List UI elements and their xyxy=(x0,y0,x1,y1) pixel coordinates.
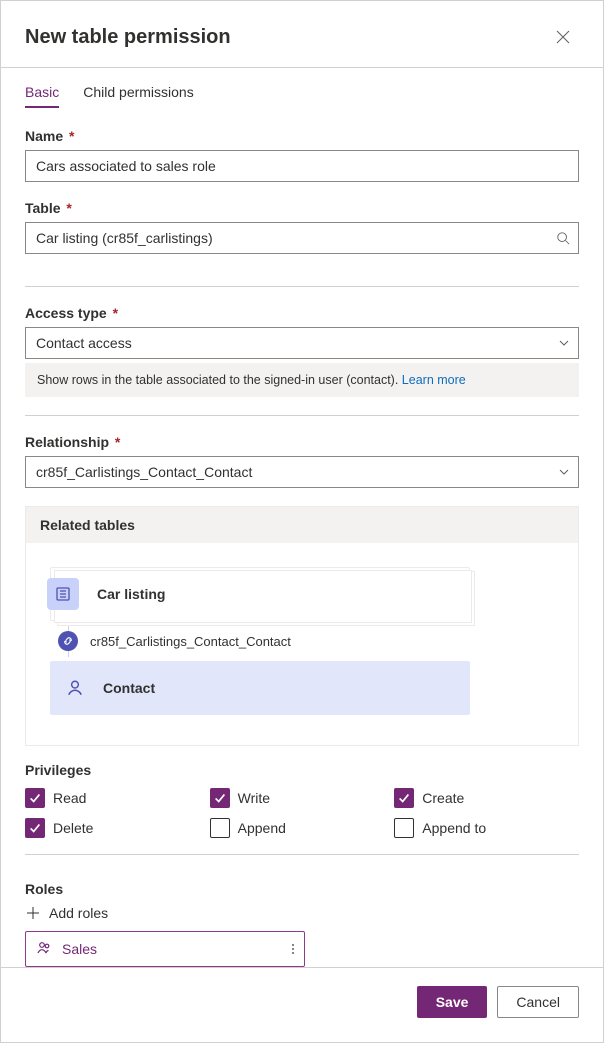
header-separator xyxy=(1,67,603,68)
related-tables-body: Car listing cr85f_Carlistings_Contact_Co… xyxy=(26,543,578,745)
table-label: Table * xyxy=(25,200,579,216)
related-tables-header: Related tables xyxy=(26,507,578,543)
privileges-section: Privileges Read Write Create Delete Append Ap… xyxy=(25,762,579,848)
close-icon xyxy=(555,29,571,45)
relationship-select[interactable]: cr85f_Carlistings_Contact_Contact xyxy=(25,456,579,488)
panel-title: New table permission xyxy=(25,26,231,49)
relationship-link-row: cr85f_Carlistings_Contact_Contact xyxy=(58,631,470,651)
relationship-label: Relationship * xyxy=(25,434,579,450)
privilege-checkbox-read[interactable]: Read xyxy=(25,788,210,808)
table-picker[interactable]: Car listing (cr85f_carlistings) xyxy=(25,222,579,254)
relationship-connector: cr85f_Carlistings_Contact_Contact xyxy=(50,631,470,651)
checkbox-icon xyxy=(210,818,230,838)
access-info-text: Show rows in the table associated to the… xyxy=(37,373,398,387)
privilege-checkbox-append[interactable]: Append xyxy=(210,818,395,838)
tab-basic[interactable]: Basic xyxy=(25,84,59,108)
privilege-label: Append to xyxy=(422,820,486,836)
related-card-label: Car listing xyxy=(97,586,165,602)
roles-header: Roles xyxy=(25,881,579,897)
access-value: Contact access xyxy=(36,335,132,351)
role-chip-sales[interactable]: Sales xyxy=(25,931,305,967)
checkbox-icon xyxy=(394,788,414,808)
privilege-checkbox-write[interactable]: Write xyxy=(210,788,395,808)
field-name: Name * xyxy=(25,128,579,182)
panel-header: New table permission xyxy=(25,21,579,53)
link-icon xyxy=(58,631,78,651)
access-label: Access type * xyxy=(25,305,579,321)
people-icon xyxy=(36,940,52,959)
privilege-label: Write xyxy=(238,790,270,806)
section-separator xyxy=(25,286,579,287)
access-type-select[interactable]: Contact access xyxy=(25,327,579,359)
tabs: Basic Child permissions xyxy=(25,84,579,108)
privilege-label: Read xyxy=(53,790,86,806)
learn-more-link[interactable]: Learn more xyxy=(402,373,466,387)
required-asterisk: * xyxy=(63,200,72,216)
privilege-checkbox-delete[interactable]: Delete xyxy=(25,818,210,838)
relationship-link-text: cr85f_Carlistings_Contact_Contact xyxy=(90,634,291,649)
privileges-header: Privileges xyxy=(25,762,579,778)
tab-child-permissions[interactable]: Child permissions xyxy=(83,84,193,108)
privileges-grid: Read Write Create Delete Append Append to xyxy=(25,788,579,848)
related-card-car-listing[interactable]: Car listing xyxy=(50,567,470,621)
checkbox-icon xyxy=(210,788,230,808)
name-label: Name * xyxy=(25,128,579,144)
related-card-contact[interactable]: Contact xyxy=(50,661,470,715)
chevron-down-icon xyxy=(558,337,570,349)
chevron-down-icon xyxy=(558,466,570,478)
privilege-label: Create xyxy=(422,790,464,806)
relationship-value: cr85f_Carlistings_Contact_Contact xyxy=(36,464,252,480)
privilege-label: Append xyxy=(238,820,286,836)
plus-icon xyxy=(25,905,41,921)
section-separator xyxy=(25,854,579,855)
field-table: Table * Car listing (cr85f_carlistings) xyxy=(25,200,579,254)
related-tables-box: Related tables Car listing cr85f_Carlist… xyxy=(25,506,579,746)
roles-section: Roles Add roles Sales xyxy=(25,881,579,967)
cancel-button[interactable]: Cancel xyxy=(497,986,579,1018)
privilege-label: Delete xyxy=(53,820,93,836)
checkbox-icon xyxy=(394,818,414,838)
save-button[interactable]: Save xyxy=(417,986,488,1018)
add-roles-label: Add roles xyxy=(49,905,108,921)
section-separator xyxy=(25,415,579,416)
field-relationship: Relationship * cr85f_Carlistings_Contact… xyxy=(25,434,579,488)
role-chip-label: Sales xyxy=(62,941,97,957)
name-input[interactable] xyxy=(25,150,579,182)
required-asterisk: * xyxy=(111,434,120,450)
related-card-label: Contact xyxy=(103,680,155,696)
close-button[interactable] xyxy=(547,21,579,53)
contact-icon xyxy=(59,672,91,704)
panel-footer: Save Cancel xyxy=(1,967,603,1018)
checkbox-icon xyxy=(25,788,45,808)
privilege-checkbox-create[interactable]: Create xyxy=(394,788,579,808)
access-info-bar: Show rows in the table associated to the… xyxy=(25,363,579,397)
table-icon xyxy=(47,578,79,610)
more-icon[interactable] xyxy=(292,944,294,954)
checkbox-icon xyxy=(25,818,45,838)
add-roles-button[interactable]: Add roles xyxy=(25,905,579,921)
search-icon xyxy=(556,231,570,245)
privilege-checkbox-append-to[interactable]: Append to xyxy=(394,818,579,838)
new-table-permission-panel: New table permission Basic Child permiss… xyxy=(0,0,604,1043)
table-value: Car listing (cr85f_carlistings) xyxy=(36,230,213,246)
required-asterisk: * xyxy=(65,128,74,144)
required-asterisk: * xyxy=(109,305,118,321)
field-access-type: Access type * Contact access xyxy=(25,305,579,359)
